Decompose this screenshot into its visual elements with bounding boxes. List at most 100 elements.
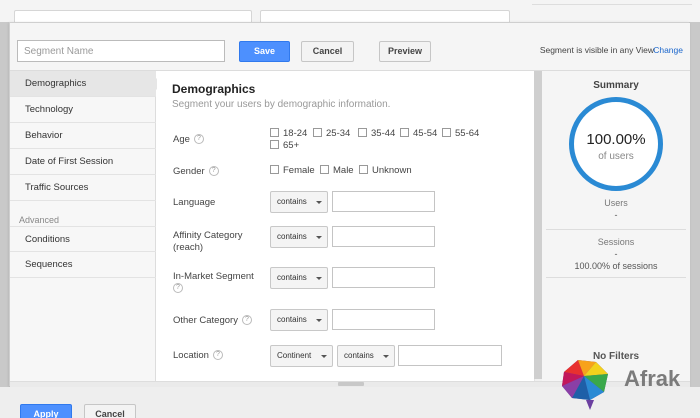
other-category-value-input[interactable] (332, 309, 435, 330)
gender-label: Gender? (173, 166, 219, 178)
age-option[interactable]: 45-54 (400, 128, 437, 139)
sidebar-item-date-of-first-session[interactable]: Date of First Session (10, 149, 156, 175)
in-market-label: In-Market Segment ? (173, 271, 254, 295)
location-value-input[interactable] (398, 345, 502, 366)
chevron-down-icon (321, 355, 327, 358)
footer-cancel-button[interactable]: Cancel (84, 404, 136, 418)
help-icon[interactable]: ? (241, 315, 252, 326)
select-value: contains (344, 351, 374, 360)
sidebar-item-conditions[interactable]: Conditions (10, 226, 156, 252)
sidebar-group-advanced: Advanced (19, 215, 60, 225)
checkbox[interactable] (313, 128, 322, 137)
age-option[interactable]: 35-44 (358, 128, 395, 139)
affinity-value-input[interactable] (332, 226, 435, 247)
checkbox[interactable] (400, 128, 409, 137)
demographics-panel: Demographics Segment your users by demog… (157, 71, 534, 381)
sidebar-item-label: Sequences (25, 259, 73, 270)
percent-value: 100.00% (586, 131, 646, 148)
sidebar-item-label: Behavior (25, 130, 63, 141)
summary-title: Summary (593, 80, 639, 91)
segment-name-input[interactable] (17, 40, 225, 62)
gender-label-text: Gender (173, 166, 205, 177)
checkbox[interactable] (359, 165, 368, 174)
preview-button[interactable]: Preview (379, 41, 431, 62)
select-value: contains (277, 273, 307, 282)
age-option[interactable]: 18-24 (270, 128, 307, 139)
age-option-label: 35-44 (371, 128, 396, 139)
help-icon[interactable]: ? (193, 134, 204, 145)
sidebar-item-sequences[interactable]: Sequences (10, 252, 156, 278)
checkbox[interactable] (358, 128, 367, 137)
gender-option[interactable]: Unknown (359, 165, 412, 176)
location-operator-select[interactable]: contains (337, 345, 395, 367)
checkbox[interactable] (270, 128, 279, 137)
sidebar-item-label: Date of First Session (25, 156, 114, 167)
checkbox[interactable] (320, 165, 329, 174)
other-category-operator-select[interactable]: contains (270, 309, 328, 331)
percent-caption: of users (598, 151, 634, 162)
sidebar-item-label: Traffic Sources (25, 182, 89, 193)
checkbox[interactable] (442, 128, 451, 137)
apply-button[interactable]: Apply (20, 404, 72, 418)
age-option-label: 65+ (283, 140, 300, 151)
location-scope-select[interactable]: Continent (270, 345, 333, 367)
users-label: Users (604, 198, 628, 208)
scrollbar-thumb[interactable] (534, 71, 542, 379)
chevron-down-icon (316, 277, 322, 280)
chevron-down-icon (316, 319, 322, 322)
help-icon[interactable]: ? (208, 166, 219, 177)
summary-divider (546, 229, 686, 230)
select-value: contains (277, 232, 307, 241)
select-value: contains (277, 315, 307, 324)
age-label: Age? (173, 134, 204, 146)
change-visibility-link[interactable]: Change (653, 45, 683, 55)
summary-panel: Summary 100.00% of users Users - Session… (542, 71, 690, 381)
sidebar-item-demographics[interactable]: Demographics (10, 71, 156, 97)
age-option[interactable]: 55-64 (442, 128, 479, 139)
checkbox[interactable] (270, 140, 279, 149)
select-value: contains (277, 197, 307, 206)
affinity-label-line: (reach) (173, 242, 204, 253)
checkbox[interactable] (270, 165, 279, 174)
language-value-input[interactable] (332, 191, 435, 212)
location-label-text: Location (173, 350, 209, 361)
summary-divider (546, 277, 686, 278)
age-option[interactable]: 65+ (270, 140, 299, 151)
gender-option[interactable]: Male (320, 165, 354, 176)
segment-editor-dialog: Save Cancel Preview Segment is visible i… (9, 22, 690, 387)
sidebar-item-label: Demographics (25, 78, 87, 89)
drag-handle[interactable] (338, 382, 364, 386)
cancel-button[interactable]: Cancel (301, 41, 354, 62)
help-icon[interactable]: ? (212, 350, 223, 361)
users-value: - (614, 210, 618, 220)
save-button[interactable]: Save (239, 41, 290, 62)
age-option-label: 25-34 (326, 128, 351, 139)
chevron-down-icon (316, 201, 322, 204)
sidebar-item-behavior[interactable]: Behavior (10, 123, 156, 149)
chevron-down-icon (316, 236, 322, 239)
watermark-text: Afrak (624, 366, 681, 391)
age-option-label: 18-24 (283, 128, 308, 139)
language-label: Language (173, 197, 216, 208)
gender-option-label: Unknown (372, 165, 412, 176)
affinity-label-line: Affinity Category (173, 230, 243, 241)
sessions-value: - (614, 249, 618, 259)
sidebar-item-label: Technology (25, 104, 74, 115)
other-category-label: Other Category? (173, 315, 252, 327)
help-icon[interactable]: ? (173, 283, 183, 294)
in-market-value-input[interactable] (332, 267, 435, 288)
gender-option-label: Male (333, 165, 354, 176)
age-option[interactable]: 25-34 (313, 128, 350, 139)
segment-editor-header: Save Cancel Preview Segment is visible i… (10, 23, 690, 71)
panel-title: Demographics (172, 82, 256, 96)
select-value: Continent (277, 351, 312, 360)
sidebar-item-traffic-sources[interactable]: Traffic Sources (10, 175, 156, 201)
age-option-label: 45-54 (413, 128, 438, 139)
gender-option[interactable]: Female (270, 165, 315, 176)
in-market-operator-select[interactable]: contains (270, 267, 328, 289)
sessions-percent: 100.00% of sessions (574, 261, 658, 271)
sidebar-item-technology[interactable]: Technology (10, 97, 156, 123)
affinity-operator-select[interactable]: contains (270, 226, 328, 248)
language-operator-select[interactable]: contains (270, 191, 328, 213)
panel-subtitle: Segment your users by demographic inform… (172, 99, 391, 110)
